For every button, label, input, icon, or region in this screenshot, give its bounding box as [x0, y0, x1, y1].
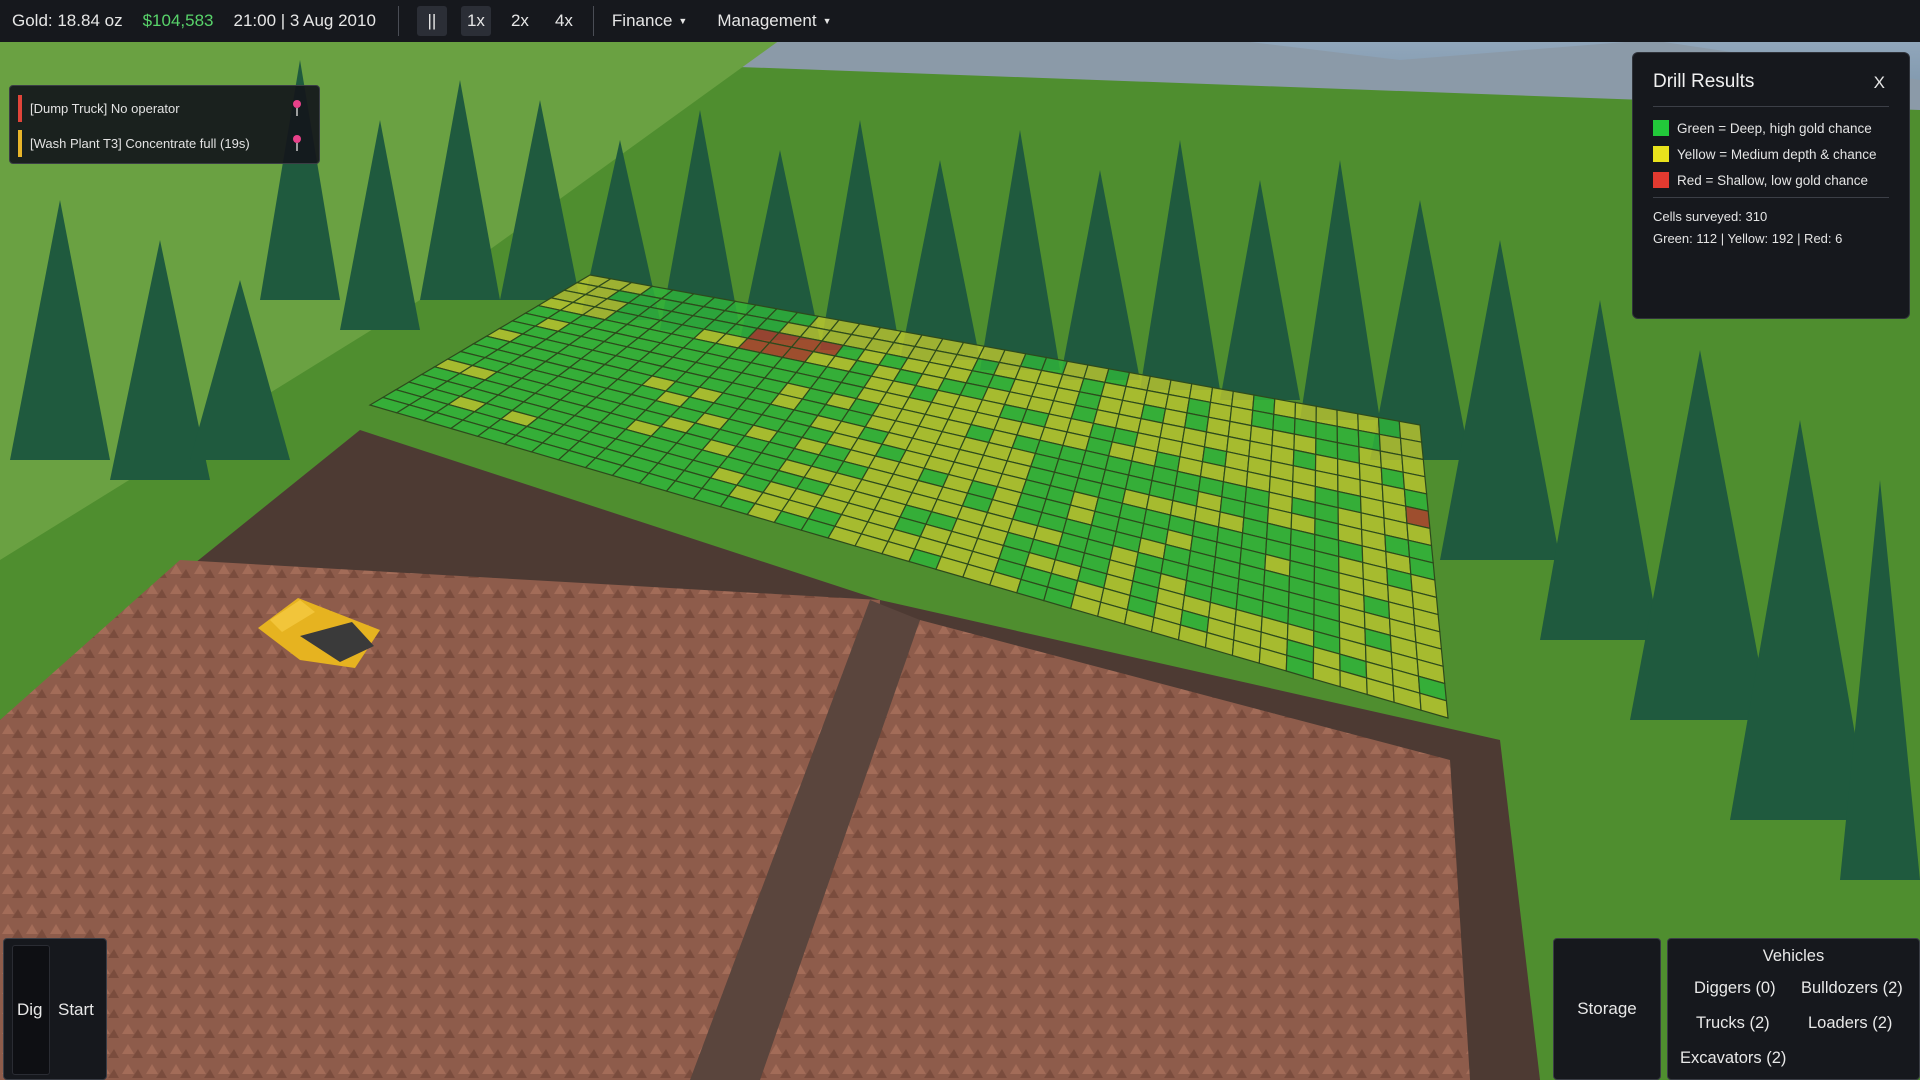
- vehicles-title: Vehicles: [1762, 947, 1825, 965]
- management-menu-label: Management: [717, 11, 817, 30]
- legend-label: Yellow = Medium depth & chance: [1677, 146, 1877, 162]
- money-balance: $104,583: [142, 11, 214, 30]
- start-button[interactable]: Start: [58, 1000, 94, 1020]
- alert-severity-stripe: [18, 95, 22, 122]
- divider: [1653, 106, 1889, 107]
- separator: [592, 6, 594, 36]
- separator: [397, 6, 399, 36]
- finance-menu[interactable]: Finance ▼: [612, 11, 687, 31]
- close-button[interactable]: X: [1874, 73, 1885, 93]
- legend-label: Green = Deep, high gold chance: [1677, 120, 1872, 136]
- vehicles-panel: Vehicles Diggers (0) Bulldozers (2) Truc…: [1667, 938, 1920, 1080]
- trucks-button[interactable]: Trucks (2): [1696, 1014, 1770, 1033]
- color-swatch: [1653, 146, 1669, 162]
- cell-breakdown: Green: 112 | Yellow: 192 | Red: 6: [1653, 231, 1843, 246]
- drill-results-title: Drill Results: [1653, 71, 1755, 92]
- excavators-button[interactable]: Excavators (2): [1680, 1049, 1786, 1068]
- legend-label: Red = Shallow, low gold chance: [1677, 172, 1868, 188]
- map-pin-icon[interactable]: [291, 99, 303, 117]
- legend-item-green: Green = Deep, high gold chance: [1653, 117, 1889, 139]
- dig-panel: Dig Start: [3, 938, 107, 1080]
- alerts-panel: [Dump Truck] No operator [Wash Plant T3]…: [9, 85, 320, 164]
- alert-text: [Dump Truck] No operator: [30, 101, 180, 116]
- top-bar: Gold: 18.84 oz $104,583 21:00 | 3 Aug 20…: [0, 0, 1920, 42]
- map-pin-icon[interactable]: [291, 134, 303, 152]
- drill-results-panel: Drill Results X Green = Deep, high gold …: [1632, 52, 1910, 319]
- alert-item[interactable]: [Dump Truck] No operator: [18, 95, 311, 122]
- chevron-down-icon: ▼: [678, 16, 688, 26]
- divider: [1653, 197, 1889, 198]
- loaders-button[interactable]: Loaders (2): [1808, 1014, 1892, 1033]
- finance-menu-label: Finance: [611, 11, 673, 30]
- color-swatch: [1653, 120, 1669, 136]
- alert-text: [Wash Plant T3] Concentrate full (19s): [30, 136, 250, 151]
- dig-button[interactable]: Dig: [17, 1000, 43, 1020]
- bulldozers-button[interactable]: Bulldozers (2): [1801, 979, 1903, 998]
- color-swatch: [1653, 172, 1669, 188]
- legend-item-red: Red = Shallow, low gold chance: [1653, 169, 1889, 191]
- speed-1x-button[interactable]: 1x: [460, 6, 491, 36]
- diggers-button[interactable]: Diggers (0): [1694, 979, 1776, 998]
- alert-item[interactable]: [Wash Plant T3] Concentrate full (19s): [18, 130, 311, 157]
- chevron-down-icon: ▼: [822, 16, 832, 26]
- management-menu[interactable]: Management ▼: [717, 11, 831, 31]
- speed-2x-button[interactable]: 2x: [505, 6, 535, 36]
- storage-button[interactable]: Storage: [1553, 938, 1661, 1080]
- pause-button[interactable]: ||: [416, 6, 447, 36]
- legend-item-yellow: Yellow = Medium depth & chance: [1653, 143, 1889, 165]
- game-clock: 21:00 | 3 Aug 2010: [233, 11, 376, 30]
- cells-surveyed: Cells surveyed: 310: [1653, 209, 1768, 224]
- speed-4x-button[interactable]: 4x: [549, 6, 579, 36]
- alert-severity-stripe: [18, 130, 22, 157]
- gold-amount: Gold: 18.84 oz: [12, 11, 123, 30]
